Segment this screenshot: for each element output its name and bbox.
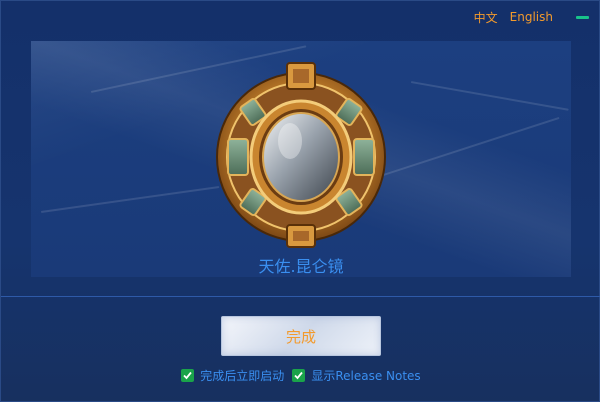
checkbox-checked-icon[interactable]: [181, 369, 195, 382]
product-banner: 天佐.昆仑镜: [31, 41, 571, 277]
finish-button[interactable]: 完成: [221, 316, 381, 356]
installer-window: 中文 English 天佐.昆仑镜 完成 完成后立即启动 显示Release N…: [0, 0, 600, 402]
product-name: 天佐.昆仑镜: [258, 257, 344, 276]
option-label: 完成后立即启动: [200, 369, 285, 383]
language-english-link[interactable]: English: [510, 10, 553, 24]
language-chinese-link[interactable]: 中文: [474, 9, 498, 26]
option-label: 显示Release Notes: [311, 369, 421, 383]
post-install-options: 完成后立即启动 显示Release Notes: [1, 367, 600, 384]
checkbox-checked-icon[interactable]: [292, 369, 306, 382]
topbar: 中文 English: [474, 7, 589, 27]
option-show-release-notes[interactable]: 显示Release Notes: [292, 367, 421, 384]
bronze-mirror-icon: [214, 61, 388, 249]
divider: [1, 296, 600, 297]
minimize-button[interactable]: [575, 10, 589, 24]
minimize-icon: [575, 15, 589, 19]
option-launch-after-finish[interactable]: 完成后立即启动: [181, 367, 284, 384]
